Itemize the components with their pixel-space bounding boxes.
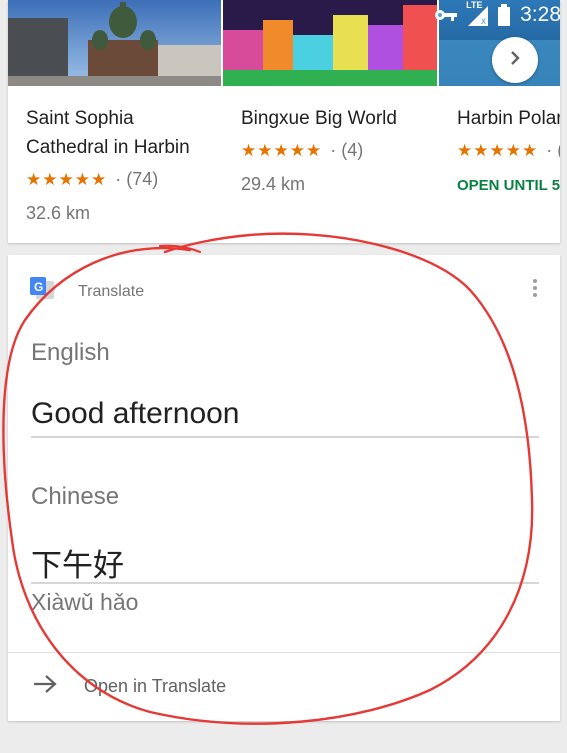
place-card-saint-sophia[interactable]: Saint Sophia Cathedral in Harbin ★★★★★ ·…	[8, 0, 221, 243]
rating-stars: ★★★★★	[26, 169, 108, 189]
place-rating: ★★★★★ · (74)	[26, 169, 158, 190]
svg-text:x: x	[481, 16, 486, 26]
status-bar: LTE x 3:28	[421, 0, 567, 30]
card-divider	[8, 652, 560, 653]
transliteration: Xiàwǔ hǎo	[31, 589, 139, 615]
place-distance: 32.6 km	[26, 203, 91, 223]
target-language-label[interactable]: Chinese	[31, 483, 119, 511]
place-card-harbin-polar[interactable]: Harbin Polar ★★★★★ · ( OPEN UNTIL 5:3	[439, 0, 560, 243]
source-text[interactable]: Good afternoon	[31, 397, 240, 431]
card-title: Translate	[78, 282, 145, 300]
place-photo	[8, 0, 221, 86]
rating-count: · (	[546, 140, 560, 160]
open-in-translate-label: Open in Translate	[84, 676, 227, 696]
more-options-icon[interactable]	[532, 279, 538, 299]
place-distance: 29.4 km	[241, 174, 306, 194]
vpn-key-icon	[434, 8, 458, 22]
place-card-bingxue[interactable]: Bingxue Big World ★★★★★ · (4) 29.4 km	[223, 0, 437, 243]
place-rating: ★★★★★ · (4)	[241, 140, 363, 161]
carousel-next-button[interactable]	[492, 37, 538, 83]
place-rating: ★★★★★ · (	[457, 140, 560, 161]
place-name: Bingxue Big World	[241, 108, 397, 129]
place-name: Harbin Polar	[457, 108, 560, 129]
source-text-underline	[31, 436, 539, 438]
lte-signal-icon: LTE x	[466, 0, 489, 26]
open-status: OPEN UNTIL 5:3	[457, 177, 560, 194]
place-name: Saint Sophia Cathedral in Harbin	[26, 108, 190, 158]
arrow-right-icon	[32, 674, 58, 699]
place-photo	[223, 0, 437, 86]
open-in-translate-link[interactable]: Open in Translate	[32, 674, 226, 699]
rating-stars: ★★★★★	[241, 140, 323, 160]
rating-count: · (4)	[330, 140, 364, 160]
google-translate-logo-icon: G	[30, 277, 54, 306]
chevron-right-icon	[507, 50, 523, 71]
network-type-label: LTE	[466, 0, 483, 10]
places-carousel-card: Saint Sophia Cathedral in Harbin ★★★★★ ·…	[8, 0, 560, 243]
translated-text-underline	[31, 582, 539, 584]
source-language-label[interactable]: English	[31, 339, 110, 367]
translate-card-header: G Translate	[30, 277, 144, 306]
translate-card: G Translate English Good afternoon Chine…	[8, 255, 560, 721]
battery-icon	[498, 4, 511, 26]
rating-stars: ★★★★★	[457, 140, 539, 160]
rating-count: · (74)	[115, 169, 159, 189]
svg-text:G: G	[34, 280, 43, 294]
clock: 3:28	[520, 3, 561, 26]
translated-text: 下午好	[31, 548, 124, 583]
